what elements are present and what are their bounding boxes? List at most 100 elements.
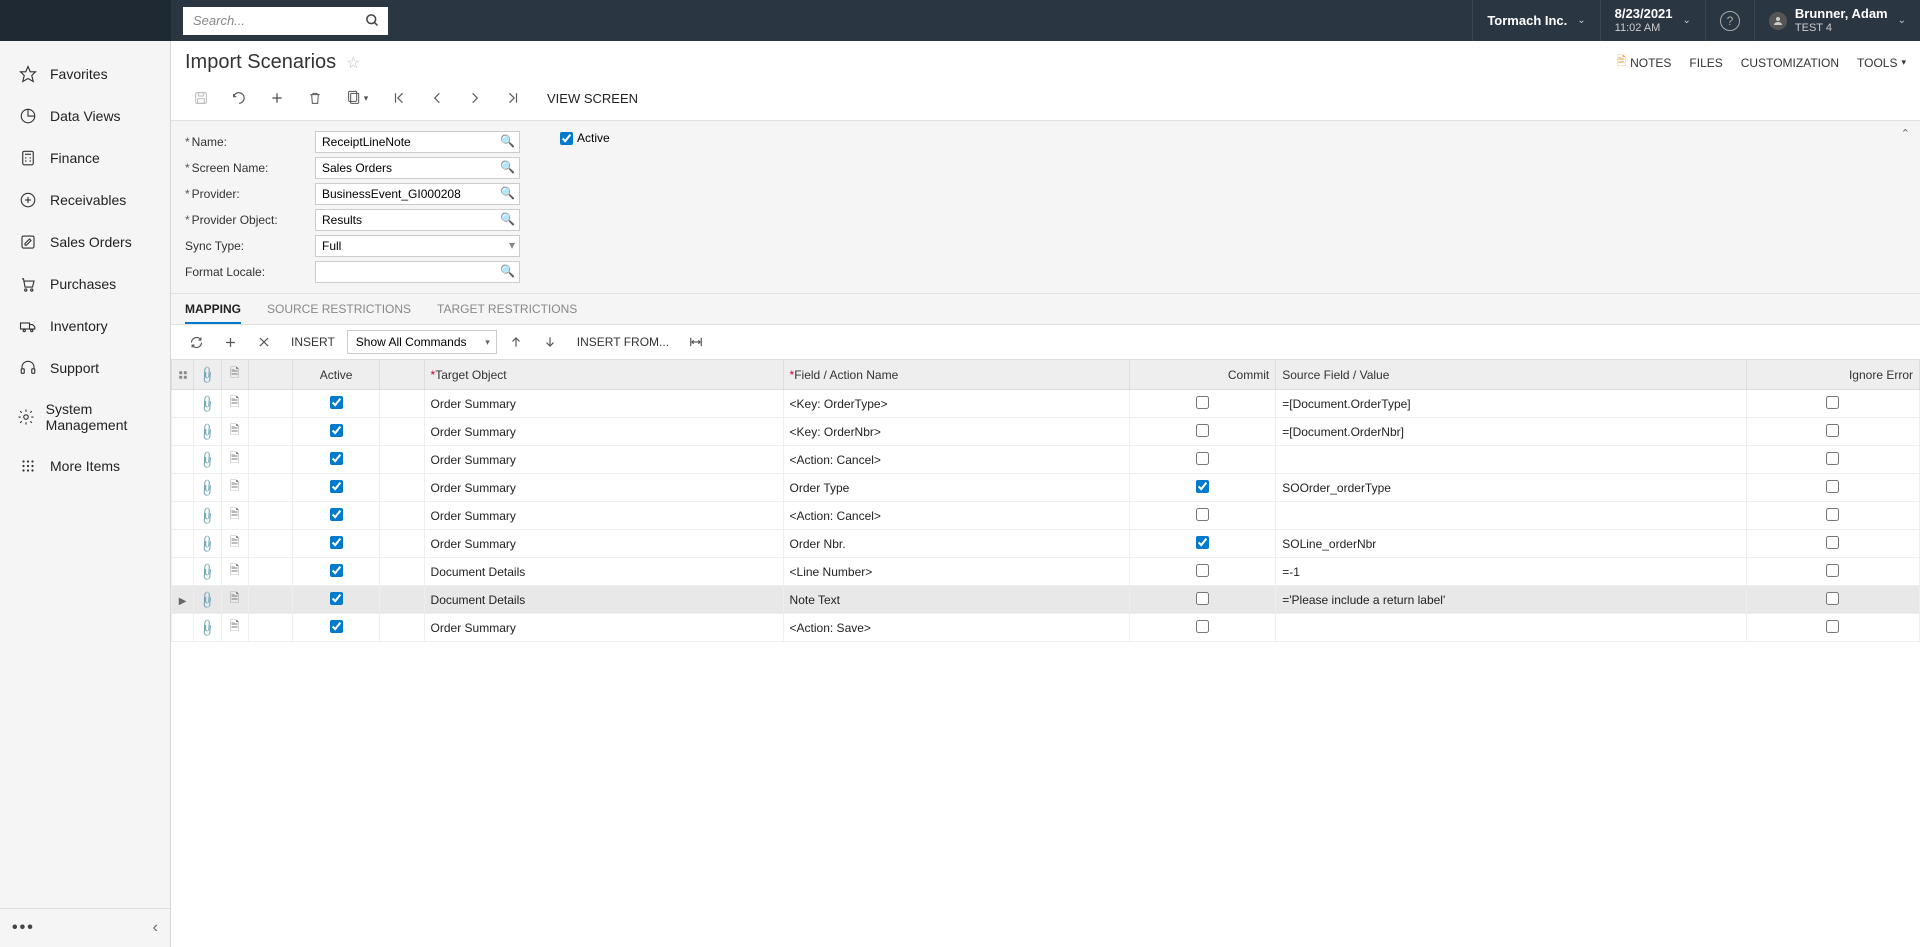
table-row[interactable]: 📎🗎 Order Summary<Action: Save> bbox=[172, 614, 1920, 642]
cell-ignore[interactable] bbox=[1746, 614, 1919, 642]
add-icon[interactable] bbox=[261, 84, 293, 112]
commit-checkbox[interactable] bbox=[1196, 480, 1209, 493]
cell-target[interactable]: Order Summary bbox=[424, 390, 783, 418]
screen-name-input[interactable] bbox=[315, 157, 520, 179]
col-ignore[interactable]: Ignore Error bbox=[1746, 360, 1919, 390]
sidebar-item-inventory[interactable]: Inventory bbox=[0, 305, 170, 347]
clipboard-icon[interactable]: ▾ bbox=[337, 84, 377, 112]
cell-commit[interactable] bbox=[1130, 614, 1276, 642]
cell-attachment[interactable]: 📎 bbox=[194, 446, 221, 474]
cell-note[interactable]: 🗎 bbox=[221, 474, 248, 502]
cell-attachment[interactable]: 📎 bbox=[194, 474, 221, 502]
row-handle[interactable] bbox=[172, 614, 194, 642]
cell-attachment[interactable]: 📎 bbox=[194, 558, 221, 586]
sidebar-item-finance[interactable]: Finance bbox=[0, 137, 170, 179]
notes-button[interactable]: 🗎NOTES bbox=[1616, 52, 1671, 73]
cell-ignore[interactable] bbox=[1746, 446, 1919, 474]
table-row[interactable]: 📎🗎Order SummaryOrder TypeSOOrder_orderTy… bbox=[172, 474, 1920, 502]
cell-note[interactable]: 🗎 bbox=[221, 390, 248, 418]
view-screen-button[interactable]: VIEW SCREEN bbox=[547, 91, 638, 106]
cell-ignore[interactable] bbox=[1746, 502, 1919, 530]
cell-ignore[interactable] bbox=[1746, 586, 1919, 614]
cell-commit[interactable] bbox=[1130, 474, 1276, 502]
cell-note[interactable]: 🗎 bbox=[221, 586, 248, 614]
sidebar-item-favorites[interactable]: Favorites bbox=[0, 53, 170, 95]
insert-button[interactable]: INSERT bbox=[283, 335, 343, 349]
cell-target[interactable]: Order Summary bbox=[424, 474, 783, 502]
commit-checkbox[interactable] bbox=[1196, 424, 1209, 437]
tab-mapping[interactable]: MAPPING bbox=[185, 294, 241, 324]
active-checkbox[interactable] bbox=[330, 620, 343, 633]
cell-note[interactable]: 🗎 bbox=[221, 418, 248, 446]
refresh-icon[interactable] bbox=[181, 329, 211, 355]
provider-input[interactable] bbox=[315, 183, 520, 205]
cell-active[interactable] bbox=[293, 418, 380, 446]
cell-field[interactable]: <Action: Cancel> bbox=[783, 502, 1130, 530]
active-checkbox-wrap[interactable]: Active bbox=[560, 131, 610, 145]
grid-wrap[interactable]: 📎 🗎 Active *Target Object *Field / Actio… bbox=[171, 359, 1920, 947]
row-handle[interactable] bbox=[172, 418, 194, 446]
ignore-checkbox[interactable] bbox=[1826, 480, 1839, 493]
ignore-checkbox[interactable] bbox=[1826, 396, 1839, 409]
cell-note[interactable]: 🗎 bbox=[221, 614, 248, 642]
active-checkbox[interactable] bbox=[330, 536, 343, 549]
active-checkbox[interactable] bbox=[560, 132, 573, 145]
cell-field[interactable]: <Key: OrderType> bbox=[783, 390, 1130, 418]
active-checkbox[interactable] bbox=[330, 480, 343, 493]
row-handle[interactable] bbox=[172, 530, 194, 558]
cell-field[interactable]: <Action: Save> bbox=[783, 614, 1130, 642]
col-active[interactable]: Active bbox=[293, 360, 380, 390]
cell-source[interactable]: =[Document.OrderNbr] bbox=[1276, 418, 1746, 446]
sidebar-item-receivables[interactable]: Receivables bbox=[0, 179, 170, 221]
col-field[interactable]: *Field / Action Name bbox=[783, 360, 1130, 390]
show-all-dropdown[interactable]: Show All Commands bbox=[347, 330, 497, 354]
cell-note[interactable]: 🗎 bbox=[221, 530, 248, 558]
collapse-panel-icon[interactable]: ⌃ bbox=[1901, 127, 1910, 140]
tools-button[interactable]: TOOLS▾ bbox=[1857, 56, 1906, 70]
cell-ignore[interactable] bbox=[1746, 558, 1919, 586]
ignore-checkbox[interactable] bbox=[1826, 508, 1839, 521]
more-icon[interactable]: ••• bbox=[12, 919, 35, 937]
row-handle[interactable] bbox=[172, 446, 194, 474]
table-row[interactable]: 📎🗎Order Summary<Action: Cancel> bbox=[172, 446, 1920, 474]
cell-active[interactable] bbox=[293, 446, 380, 474]
cell-attachment[interactable]: 📎 bbox=[194, 614, 221, 642]
commit-checkbox[interactable] bbox=[1196, 564, 1209, 577]
table-row[interactable]: 📎🗎Order Summary<Action: Cancel> bbox=[172, 502, 1920, 530]
fit-columns-icon[interactable] bbox=[681, 329, 711, 355]
cell-target[interactable]: Document Details bbox=[424, 558, 783, 586]
add-row-icon[interactable] bbox=[215, 329, 245, 355]
name-input[interactable] bbox=[315, 131, 520, 153]
commit-checkbox[interactable] bbox=[1196, 592, 1209, 605]
sidebar-item-purchases[interactable]: Purchases bbox=[0, 263, 170, 305]
prev-record-icon[interactable] bbox=[421, 84, 453, 112]
save-icon[interactable] bbox=[185, 84, 217, 112]
commit-checkbox[interactable] bbox=[1196, 620, 1209, 633]
table-row[interactable]: 📎🗎Order SummaryOrder Nbr.SOLine_orderNbr bbox=[172, 530, 1920, 558]
sidebar-item-salesorders[interactable]: Sales Orders bbox=[0, 221, 170, 263]
provider-object-input[interactable] bbox=[315, 209, 520, 231]
cell-commit[interactable] bbox=[1130, 418, 1276, 446]
delete-icon[interactable] bbox=[299, 84, 331, 112]
col-row-handle[interactable] bbox=[172, 360, 194, 390]
cell-attachment[interactable]: 📎 bbox=[194, 586, 221, 614]
cell-ignore[interactable] bbox=[1746, 474, 1919, 502]
sidebar-item-system[interactable]: System Management bbox=[0, 389, 170, 445]
col-attachment[interactable]: 📎 bbox=[194, 360, 221, 390]
col-source[interactable]: Source Field / Value bbox=[1276, 360, 1746, 390]
cell-attachment[interactable]: 📎 bbox=[194, 502, 221, 530]
cell-source[interactable] bbox=[1276, 502, 1746, 530]
cell-source[interactable]: SOLine_orderNbr bbox=[1276, 530, 1746, 558]
cell-field[interactable]: Order Nbr. bbox=[783, 530, 1130, 558]
cell-target[interactable]: Order Summary bbox=[424, 502, 783, 530]
next-record-icon[interactable] bbox=[459, 84, 491, 112]
move-down-icon[interactable] bbox=[535, 329, 565, 355]
col-commit[interactable]: Commit bbox=[1130, 360, 1276, 390]
cell-field[interactable]: <Key: OrderNbr> bbox=[783, 418, 1130, 446]
cell-active[interactable] bbox=[293, 558, 380, 586]
commit-checkbox[interactable] bbox=[1196, 536, 1209, 549]
cell-commit[interactable] bbox=[1130, 446, 1276, 474]
active-checkbox[interactable] bbox=[330, 508, 343, 521]
cell-target[interactable]: Order Summary bbox=[424, 418, 783, 446]
cell-target[interactable]: Order Summary bbox=[424, 614, 783, 642]
